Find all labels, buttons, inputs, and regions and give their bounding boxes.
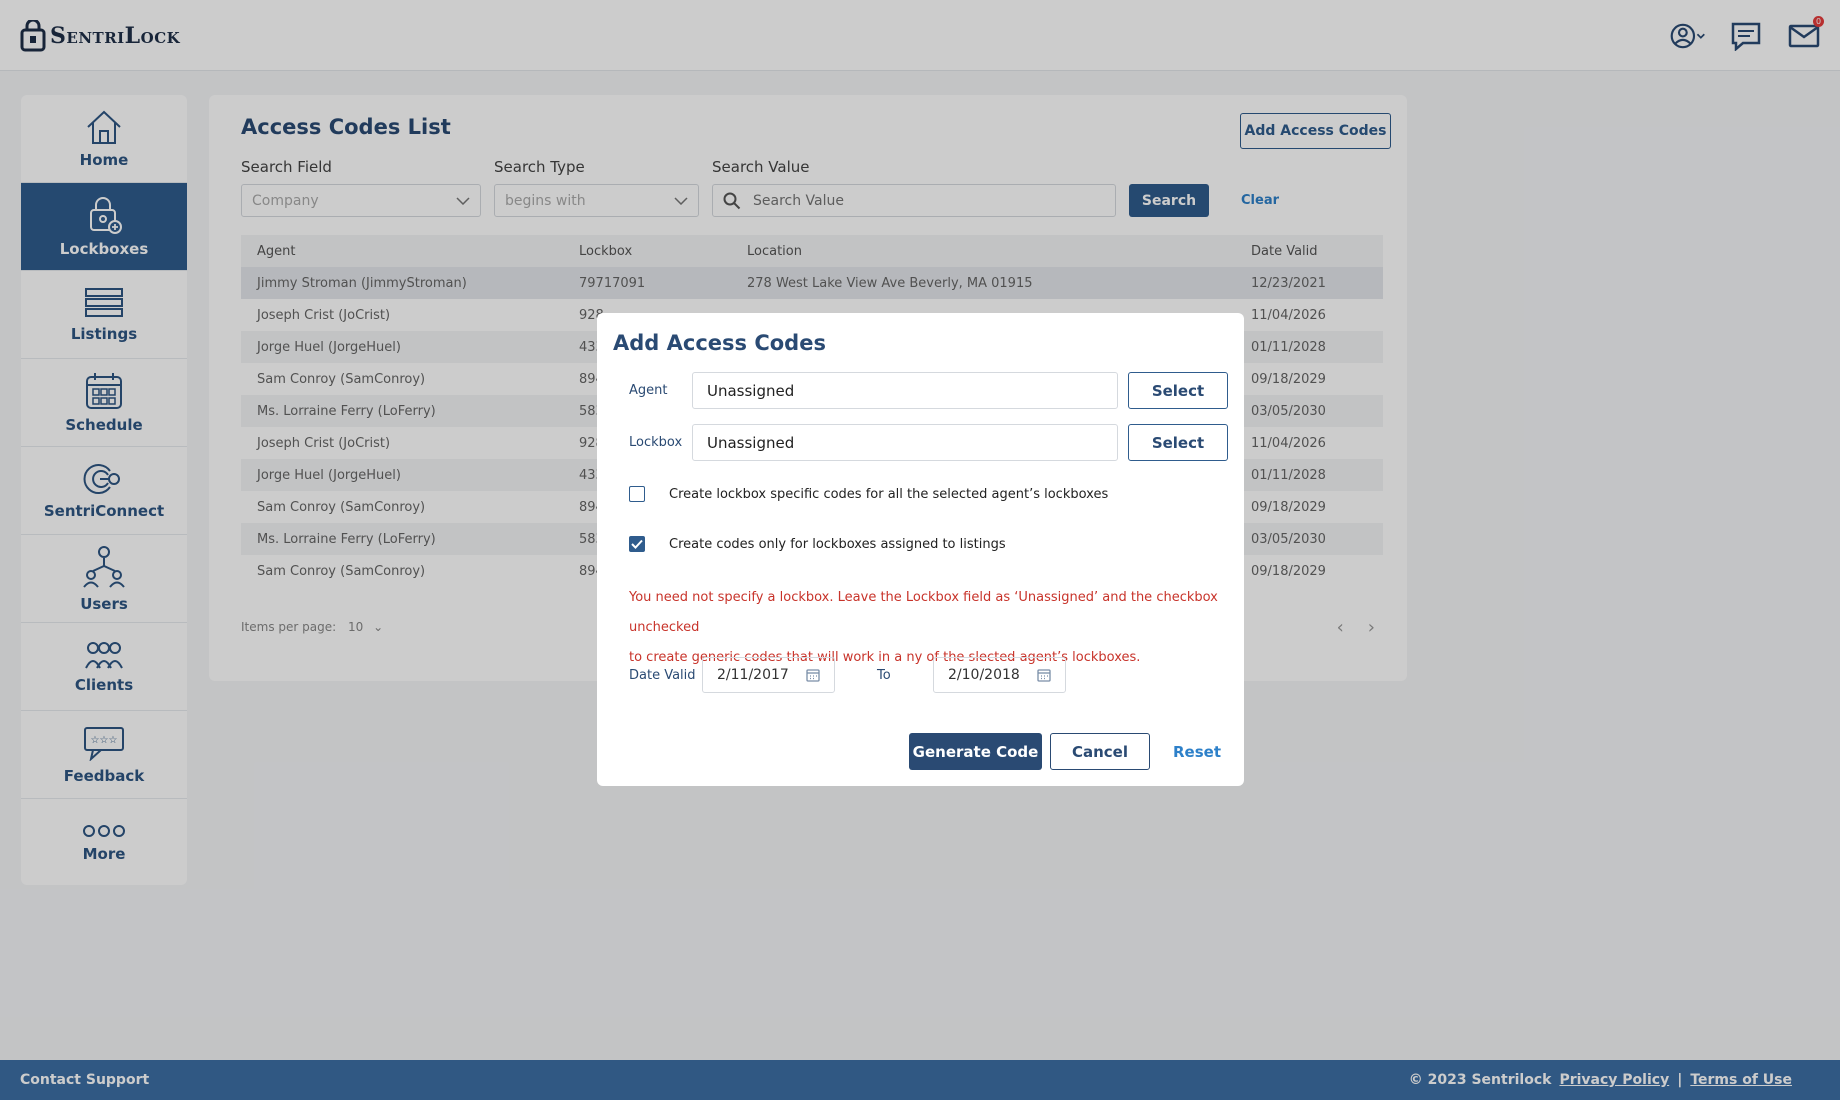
calendar-icon[interactable] [1037, 668, 1051, 682]
add-access-codes-dialog: Add Access Codes Agent Unassigned Select… [597, 313, 1244, 786]
lockbox-specific-codes-option[interactable]: Create lockbox specific codes for all th… [629, 486, 1108, 502]
lockbox-label: Lockbox [629, 435, 683, 450]
date-to-field[interactable]: 2/10/2018 [933, 657, 1066, 693]
date-to-value: 2/10/2018 [948, 667, 1020, 683]
reset-link[interactable]: Reset [1173, 743, 1221, 761]
dialog-title: Add Access Codes [613, 331, 826, 355]
date-from-value: 2/11/2017 [717, 667, 789, 683]
lockbox-field[interactable]: Unassigned [692, 424, 1118, 461]
calendar-icon[interactable] [806, 668, 820, 682]
hint-line-1: You need not specify a lockbox. Leave th… [629, 590, 1218, 635]
date-from-field[interactable]: 2/11/2017 [702, 657, 835, 693]
listings-only-label: Create codes only for lockboxes assigned… [669, 536, 1006, 552]
date-valid-label: Date Valid [629, 668, 696, 683]
cancel-button[interactable]: Cancel [1050, 733, 1150, 770]
lockbox-select-button[interactable]: Select [1128, 424, 1228, 461]
agent-field[interactable]: Unassigned [692, 372, 1118, 409]
lockbox-specific-checkbox[interactable] [629, 486, 645, 502]
listings-only-option[interactable]: Create codes only for lockboxes assigned… [629, 536, 1006, 552]
agent-select-button[interactable]: Select [1128, 372, 1228, 409]
lockbox-specific-label: Create lockbox specific codes for all th… [669, 486, 1109, 502]
listings-only-checkbox[interactable] [629, 536, 645, 552]
generate-code-button[interactable]: Generate Code [909, 733, 1042, 770]
checkmark-icon [631, 539, 643, 549]
agent-label: Agent [629, 383, 668, 398]
to-label: To [877, 668, 891, 683]
